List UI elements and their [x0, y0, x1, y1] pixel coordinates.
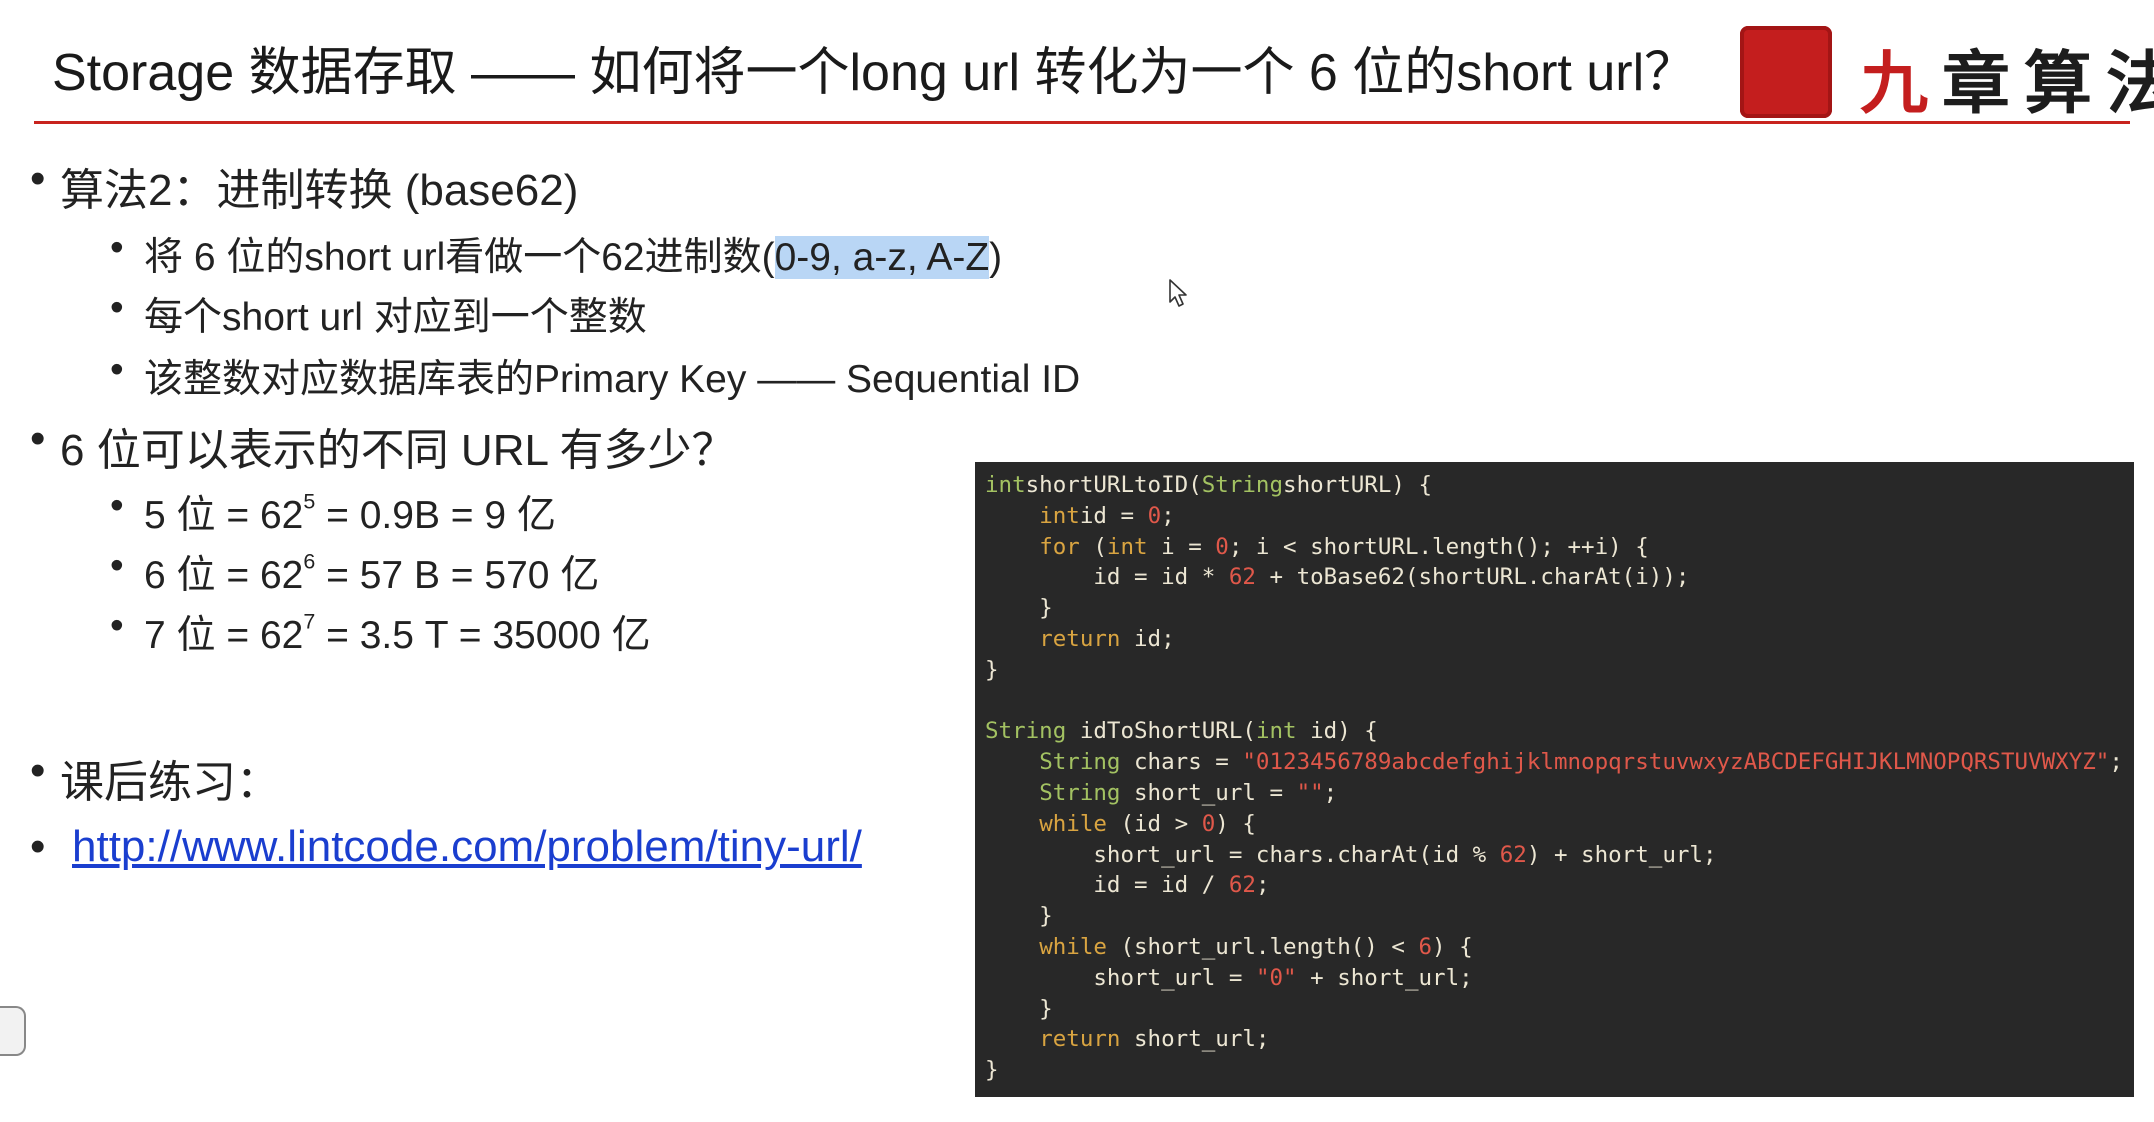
algo-point-1: 将 6 位的short url看做一个62进制数(0-9, a-z, A-Z): [110, 226, 1002, 282]
side-tab-icon[interactable]: [0, 1006, 26, 1056]
code-line: while (short_url.length() < 6) {: [1039, 933, 1473, 960]
code-line: short_url = "0" + short_url;: [985, 964, 1473, 991]
mouse-cursor-icon: [1169, 279, 1187, 307]
seal-icon: [1740, 26, 1832, 118]
code-line: String chars = "0123456789abcdefghijklmn…: [1039, 749, 2123, 776]
homework-link[interactable]: http://www.lintcode.com/problem/tiny-url…: [72, 822, 862, 871]
code-line: intid = 0;: [1039, 502, 1175, 529]
code-line: for (int i = 0; i < shortURL.length(); +…: [1039, 533, 1649, 560]
code-line: short_url = chars.charAt(id % 62) + shor…: [985, 841, 1717, 868]
code-line: id = id / 62;: [985, 872, 1270, 899]
jiuzhang-logo: 九章算法: [1740, 14, 2154, 124]
count-heading: 6 位可以表示的不同 URL 有多少？: [30, 414, 736, 478]
code-line: }: [985, 1057, 999, 1084]
code-line: }: [985, 656, 999, 683]
code-line: }: [985, 903, 1053, 930]
code-line: intshortURLtoID(StringshortURL) {: [985, 472, 1433, 498]
code-panel: intshortURLtoID(StringshortURL) { intid …: [975, 462, 2134, 1097]
code-line: return id;: [1039, 625, 1175, 652]
algo-point-2: 每个short url 对应到一个整数: [110, 286, 647, 342]
code-line: id = id * 62 + toBase62(shortURL.charAt(…: [985, 564, 1690, 591]
algo-heading: 算法2：进制转换 (base62): [30, 154, 578, 218]
code-line: }: [985, 995, 1053, 1022]
slide-title: Storage 数据存取 —— 如何将一个long url 转化为一个 6 位的…: [52, 44, 1697, 102]
code-block: intshortURLtoID(StringshortURL) { intid …: [985, 470, 2134, 1086]
count-5: 5 位 = 625 = 0.9B = 9 亿: [110, 484, 556, 540]
code-line: while (id > 0) {: [1039, 810, 1256, 837]
code-line: }: [985, 595, 1053, 622]
highlighted-text: 0-9, a-z, A-Z: [774, 236, 990, 279]
code-line: return short_url;: [1039, 1026, 1270, 1053]
homework-heading: 课后练习：: [30, 746, 280, 810]
code-line: String idToShortURL(int id) {: [985, 718, 1378, 745]
homework-bullet: http://www.lintcode.com/problem/tiny-url…: [30, 822, 862, 872]
algo-point-3: 该整数对应数据库表的Primary Key —— Sequential ID: [110, 348, 1080, 404]
logo-text: 九章算法: [1860, 44, 2154, 124]
count-6: 6 位 = 626 = 57 B = 570 亿: [110, 544, 599, 600]
code-line: String short_url = "";: [1039, 779, 1338, 806]
count-7: 7 位 = 627 = 3.5 T = 35000 亿: [110, 604, 651, 660]
